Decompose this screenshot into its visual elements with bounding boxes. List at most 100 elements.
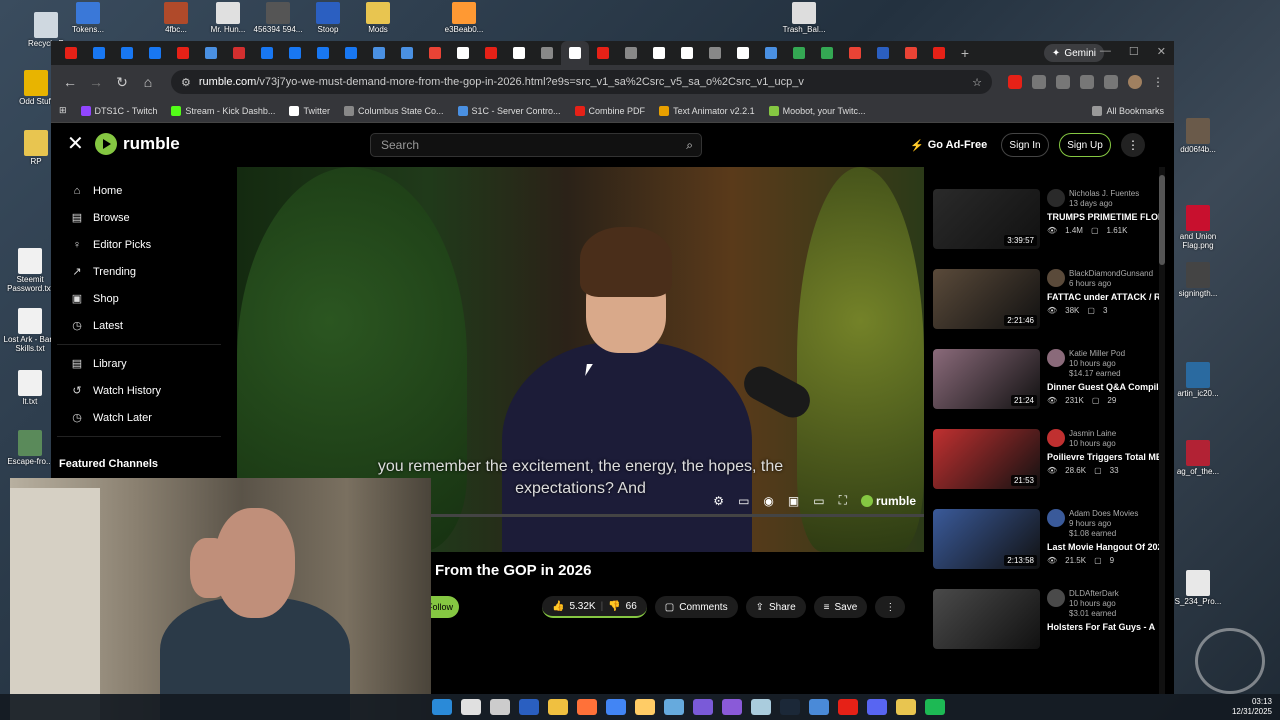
video-thumbnail[interactable]: 3:39:57 bbox=[933, 189, 1040, 249]
browser-tab[interactable] bbox=[225, 41, 253, 65]
recommended-video-card[interactable]: 3:39:57 Nicholas J. Fuentes 13 days ago TRU… bbox=[933, 189, 1165, 269]
browser-tab[interactable] bbox=[533, 41, 561, 65]
channel-name[interactable]: Katie Miller Pod bbox=[1069, 349, 1125, 359]
browser-tab[interactable] bbox=[645, 41, 673, 65]
sidepanel-icon[interactable] bbox=[1056, 75, 1070, 89]
back-icon[interactable]: ← bbox=[59, 71, 81, 93]
browser-tab[interactable] bbox=[729, 41, 757, 65]
clock-date[interactable]: 12/31/2025 bbox=[1232, 707, 1272, 717]
go-ad-free-button[interactable]: ⚡ Go Ad-Free bbox=[910, 133, 987, 157]
browser-tab[interactable] bbox=[85, 41, 113, 65]
taskbar-app-icon[interactable] bbox=[664, 699, 684, 715]
browser-tab[interactable] bbox=[589, 41, 617, 65]
sidebar-item-library[interactable]: ▤ Library bbox=[51, 350, 227, 377]
desktop-icon[interactable]: signingth... bbox=[1174, 262, 1222, 299]
fullscreen-icon[interactable]: ⛶ bbox=[839, 493, 847, 508]
dislike-count[interactable]: 66 bbox=[626, 601, 637, 612]
channel-name[interactable]: BlackDiamondGunsand bbox=[1069, 269, 1153, 279]
sidebar-item-latest[interactable]: ◷ Latest bbox=[51, 312, 227, 339]
bookmark-item[interactable]: Stream - Kick Dashb... bbox=[171, 105, 275, 116]
channel-name[interactable]: Jasmin Laine bbox=[1069, 429, 1116, 439]
taskbar-app-icon[interactable] bbox=[780, 699, 800, 715]
thumbs-up-icon[interactable]: 👍 bbox=[552, 601, 564, 612]
sidebar-item-watch-later[interactable]: ◷ Watch Later bbox=[51, 404, 227, 431]
taskbar-app-icon[interactable] bbox=[548, 699, 568, 715]
video-card-title[interactable]: FATTAC under ATTACK / Reaction to Philst… bbox=[1047, 292, 1165, 303]
browser-tab[interactable] bbox=[477, 41, 505, 65]
home-icon[interactable]: ⌂ bbox=[137, 71, 159, 93]
browser-tab[interactable] bbox=[813, 41, 841, 65]
desktop-icon[interactable]: and Union Flag.png bbox=[1174, 205, 1222, 251]
download-icon[interactable] bbox=[1080, 75, 1094, 89]
channel-avatar[interactable] bbox=[1047, 509, 1065, 527]
extension-icon[interactable] bbox=[1008, 75, 1022, 89]
desktop-icon[interactable]: Lost Ark - Bard Skills.txt bbox=[2, 308, 58, 354]
channel-avatar[interactable] bbox=[1047, 189, 1065, 207]
bookmark-item[interactable]: Twitter bbox=[289, 105, 330, 116]
browser-tab[interactable] bbox=[449, 41, 477, 65]
desktop-icon[interactable]: 4fbc... bbox=[148, 2, 204, 35]
captions-icon[interactable]: ▭ bbox=[738, 494, 749, 508]
video-thumbnail[interactable] bbox=[933, 589, 1040, 649]
comments-button[interactable]: ▢ Comments bbox=[654, 596, 738, 618]
more-actions-icon[interactable]: ⋮ bbox=[875, 596, 906, 618]
desktop-icon[interactable]: ag_of_the... bbox=[1174, 440, 1222, 477]
bookmark-star-icon[interactable]: ☆ bbox=[972, 76, 982, 89]
site-info-icon[interactable]: ⚙ bbox=[181, 76, 191, 89]
minimize-icon[interactable]: — bbox=[1100, 45, 1111, 58]
bookmark-item[interactable]: S1C - Server Contro... bbox=[457, 105, 561, 116]
channel-name[interactable]: DLDAfterDark bbox=[1069, 589, 1119, 599]
recommended-video-card[interactable]: 21:24 Katie Miller Pod 10 hours ago $14.17 … bbox=[933, 349, 1165, 429]
recommended-video-card[interactable]: 2:21:46 BlackDiamondGunsand 6 hours ago FAT… bbox=[933, 269, 1165, 349]
sidebar-item-watch-history[interactable]: ↺ Watch History bbox=[51, 377, 227, 404]
browser-tab[interactable] bbox=[785, 41, 813, 65]
taskbar-app-icon[interactable] bbox=[925, 699, 945, 715]
scrollbar-thumb[interactable] bbox=[1159, 175, 1165, 265]
desktop-icon[interactable]: Mr. Hun... bbox=[200, 2, 256, 35]
browser-tab[interactable] bbox=[673, 41, 701, 65]
browser-tab[interactable] bbox=[561, 41, 589, 65]
reload-icon[interactable]: ↻ bbox=[111, 71, 133, 93]
save-button[interactable]: ≡ Save bbox=[813, 596, 868, 618]
browser-tab[interactable] bbox=[141, 41, 169, 65]
forward-icon[interactable]: → bbox=[85, 71, 107, 93]
profile-avatar[interactable] bbox=[1128, 75, 1142, 89]
desktop-icon[interactable]: e3Beab0... bbox=[436, 2, 492, 35]
browser-tab[interactable] bbox=[505, 41, 533, 65]
apps-icon[interactable]: ⊞ bbox=[59, 105, 67, 116]
channel-name[interactable]: Adam Does Movies bbox=[1069, 509, 1138, 519]
address-bar[interactable]: ⚙ rumble.com /v73j7yo-we-must-demand-mor… bbox=[171, 70, 992, 94]
video-thumbnail[interactable]: 21:24 bbox=[933, 349, 1040, 409]
channel-avatar[interactable] bbox=[1047, 349, 1065, 367]
browser-tab[interactable] bbox=[617, 41, 645, 65]
bookmark-item[interactable]: Moobot, your Twitc... bbox=[768, 105, 865, 116]
video-card-title[interactable]: Dinner Guest Q&A Compilation! | KMP Ep.2… bbox=[1047, 382, 1165, 393]
browser-tab[interactable] bbox=[897, 41, 925, 65]
channel-avatar[interactable] bbox=[1047, 429, 1065, 447]
desktop-icon[interactable]: Trash_Bal... bbox=[776, 2, 832, 35]
search-input[interactable]: Search ⌕ bbox=[370, 133, 702, 157]
desktop-icon[interactable]: Tokens... bbox=[60, 2, 116, 35]
share-button[interactable]: ⇪ Share bbox=[745, 596, 806, 618]
desktop-icon[interactable]: Escape-fro... bbox=[2, 430, 58, 467]
taskbar-app-icon[interactable] bbox=[896, 699, 916, 715]
channel-avatar[interactable] bbox=[1047, 269, 1065, 287]
close-menu-icon[interactable]: ✕ bbox=[67, 134, 84, 154]
search-icon[interactable]: ⌕ bbox=[686, 138, 693, 153]
video-thumbnail[interactable]: 21:53 bbox=[933, 429, 1040, 489]
browser-tab[interactable] bbox=[757, 41, 785, 65]
browser-tab[interactable] bbox=[421, 41, 449, 65]
desktop-icon[interactable]: dd06f4b... bbox=[1174, 118, 1222, 155]
taskbar-app-icon[interactable] bbox=[432, 699, 452, 715]
browser-tab[interactable] bbox=[197, 41, 225, 65]
video-thumbnail[interactable]: 2:13:58 bbox=[933, 509, 1040, 569]
bookmark-item[interactable]: Combine PDF bbox=[574, 105, 645, 116]
browser-tab[interactable] bbox=[869, 41, 897, 65]
rumble-watermark[interactable]: rumble bbox=[860, 494, 916, 508]
browser-tab[interactable] bbox=[57, 41, 85, 65]
browser-tab[interactable] bbox=[309, 41, 337, 65]
taskbar-app-icon[interactable] bbox=[519, 699, 539, 715]
bookmark-item[interactable]: Columbus State Co... bbox=[343, 105, 444, 116]
taskbar-app-icon[interactable] bbox=[722, 699, 742, 715]
like-count[interactable]: 5.32K bbox=[569, 601, 595, 612]
